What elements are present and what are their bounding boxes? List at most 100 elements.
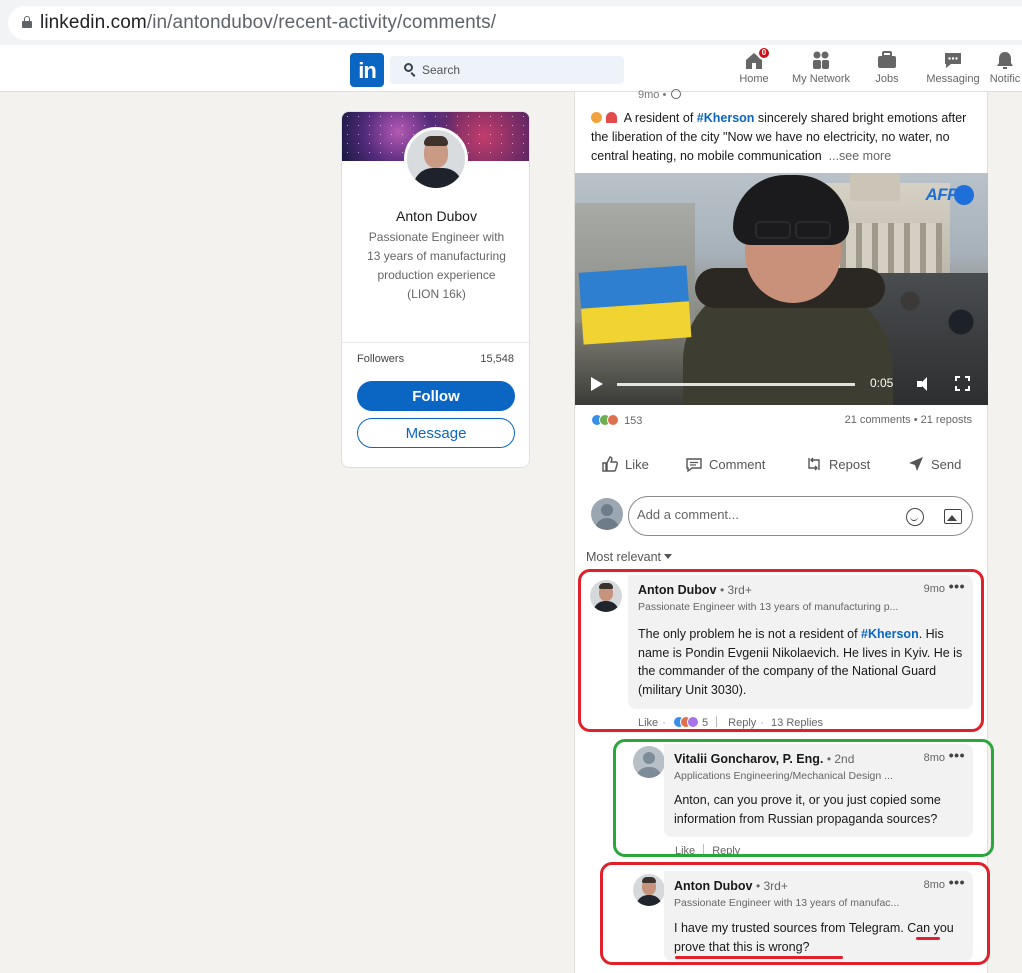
comment-time: 9mo <box>923 583 945 595</box>
profile-avatar[interactable] <box>404 127 468 191</box>
heart-face-emoji-icon <box>591 112 602 123</box>
annotation-underline <box>916 937 940 940</box>
nav-notifications-label: Notific <box>989 73 1021 85</box>
comment-reactions-count[interactable]: 5 <box>702 717 708 729</box>
play-icon[interactable] <box>591 377 603 391</box>
reply-bubble: Vitalii Goncharov, P. Eng. • 2nd Applica… <box>664 744 973 837</box>
comment-actions: Like Reply <box>675 844 740 857</box>
more-options-icon[interactable]: ••• <box>949 747 965 763</box>
search-input[interactable] <box>422 61 612 79</box>
post-video[interactable]: AFP 0:05 <box>575 173 988 405</box>
lock-icon[interactable] <box>22 16 32 28</box>
video-progress-bar[interactable] <box>617 383 855 386</box>
comment-like-button[interactable]: Like <box>675 845 695 857</box>
see-more-link[interactable]: ...see more <box>829 149 892 163</box>
connection-degree: • 3rd+ <box>719 583 752 597</box>
commenter-headline: Passionate Engineer with 13 years of man… <box>638 601 899 613</box>
nav-home[interactable]: 0 Home <box>736 46 772 89</box>
top-nav: in 0 Home My Network Jobs Messaging Noti… <box>0 45 1022 92</box>
profile-name[interactable]: Anton Dubov <box>342 208 529 224</box>
url-text[interactable]: linkedin.com/in/antondubov/recent-activi… <box>40 12 496 34</box>
nav-notifications[interactable]: Notific <box>988 49 1022 89</box>
comment-box[interactable] <box>628 496 973 536</box>
address-bar[interactable]: linkedin.com/in/antondubov/recent-activi… <box>8 6 1022 40</box>
image-icon[interactable] <box>944 509 962 524</box>
briefcase-icon <box>876 49 898 71</box>
nav-messaging[interactable]: Messaging <box>925 49 981 89</box>
commenter-name[interactable]: Anton Dubov • 3rd+ <box>674 879 788 893</box>
comment-time: 8mo <box>923 752 945 764</box>
notification-badge: 0 <box>757 46 771 60</box>
watermelon-emoji-icon <box>606 112 617 123</box>
reaction-icons[interactable] <box>591 414 621 426</box>
comment-bubble: Anton Dubov • 3rd+ Passionate Engineer w… <box>628 575 973 709</box>
comments-reposts-count[interactable]: 21 comments • 21 reposts <box>845 414 972 426</box>
afp-watermark: AFP <box>925 185 959 204</box>
more-options-icon[interactable]: ••• <box>949 874 965 890</box>
fullscreen-icon[interactable] <box>955 376 970 391</box>
repost-button[interactable]: Repost <box>805 454 870 476</box>
reply-bubble: Anton Dubov • 3rd+ Passionate Engineer w… <box>664 871 973 961</box>
divider <box>342 342 529 343</box>
message-button[interactable]: Message <box>357 418 515 448</box>
url-path: /in/antondubov/recent-activity/comments/ <box>146 12 497 33</box>
reactions-count[interactable]: 153 <box>624 415 642 427</box>
post-timestamp: 9mo • <box>638 89 682 101</box>
nav-jobs-label: Jobs <box>875 73 899 85</box>
followers-count: 15,548 <box>480 353 514 365</box>
linkedin-logo[interactable]: in <box>350 53 384 87</box>
activity-feed: 9mo • A resident of #Kherson sincerely s… <box>574 89 994 973</box>
comment-like-button[interactable]: Like <box>638 717 658 729</box>
hashtag-link[interactable]: #Kherson <box>697 111 755 125</box>
hashtag-link[interactable]: #Kherson <box>861 627 919 641</box>
commenter-name[interactable]: Anton Dubov • 3rd+ <box>638 583 752 597</box>
comment-input[interactable] <box>637 507 887 522</box>
commenter-avatar[interactable] <box>590 580 622 612</box>
follow-button[interactable]: Follow <box>357 381 515 411</box>
replies-count[interactable]: 13 Replies <box>771 717 823 729</box>
commenter-avatar[interactable] <box>633 874 665 906</box>
comment-button[interactable]: Comment <box>685 454 765 476</box>
commenter-headline: Passionate Engineer with 13 years of man… <box>674 897 900 909</box>
comment-icon <box>686 458 702 473</box>
reaction-icons[interactable] <box>672 716 699 728</box>
comment-text: The only problem he is not a resident of… <box>638 627 963 697</box>
search-box[interactable] <box>390 56 624 84</box>
connection-degree: • 3rd+ <box>755 879 788 893</box>
emoji-icon[interactable] <box>906 508 924 526</box>
url-host: linkedin.com <box>40 12 147 33</box>
send-button[interactable]: Send <box>907 454 961 476</box>
annotation-underline <box>675 956 843 959</box>
commenter-name[interactable]: Vitalii Goncharov, P. Eng. • 2nd <box>674 752 854 766</box>
commenter-headline: Applications Engineering/Mechanical Desi… <box>674 770 893 782</box>
post-text: A resident of #Kherson sincerely shared … <box>591 111 967 163</box>
ukrainian-flag <box>578 265 692 345</box>
my-avatar <box>591 498 623 530</box>
nav-messaging-label: Messaging <box>926 73 980 85</box>
followers-label: Followers <box>357 353 405 365</box>
video-time: 0:05 <box>870 376 894 390</box>
comment-reply-button[interactable]: Reply <box>712 845 740 857</box>
nav-my-network-label: My Network <box>791 73 851 85</box>
bell-icon <box>994 49 1016 71</box>
more-options-icon[interactable]: ••• <box>949 578 965 594</box>
nav-home-label: Home <box>739 73 769 85</box>
comment-text: Anton, can you prove it, or you just cop… <box>674 793 941 826</box>
network-icon <box>810 49 832 71</box>
comment-reply-button[interactable]: Reply <box>728 717 756 729</box>
like-button[interactable]: Like <box>601 454 649 476</box>
comment-time: 8mo <box>923 879 945 891</box>
browser-toolbar: linkedin.com/in/antondubov/recent-activi… <box>0 0 1022 45</box>
search-icon <box>404 63 413 72</box>
commenter-avatar[interactable] <box>633 746 665 778</box>
caret-down-icon <box>664 554 673 559</box>
sort-dropdown[interactable]: Most relevant <box>586 550 673 564</box>
messaging-icon <box>942 49 964 71</box>
nav-my-network[interactable]: My Network <box>789 49 853 89</box>
volume-icon[interactable] <box>917 377 931 391</box>
send-icon <box>909 457 923 471</box>
social-counts: 153 21 comments • 21 reposts <box>591 414 972 427</box>
profile-headline: Passionate Engineer with 13 years of man… <box>367 230 506 301</box>
connection-degree: • 2nd <box>826 752 855 766</box>
nav-jobs[interactable]: Jobs <box>872 49 902 89</box>
